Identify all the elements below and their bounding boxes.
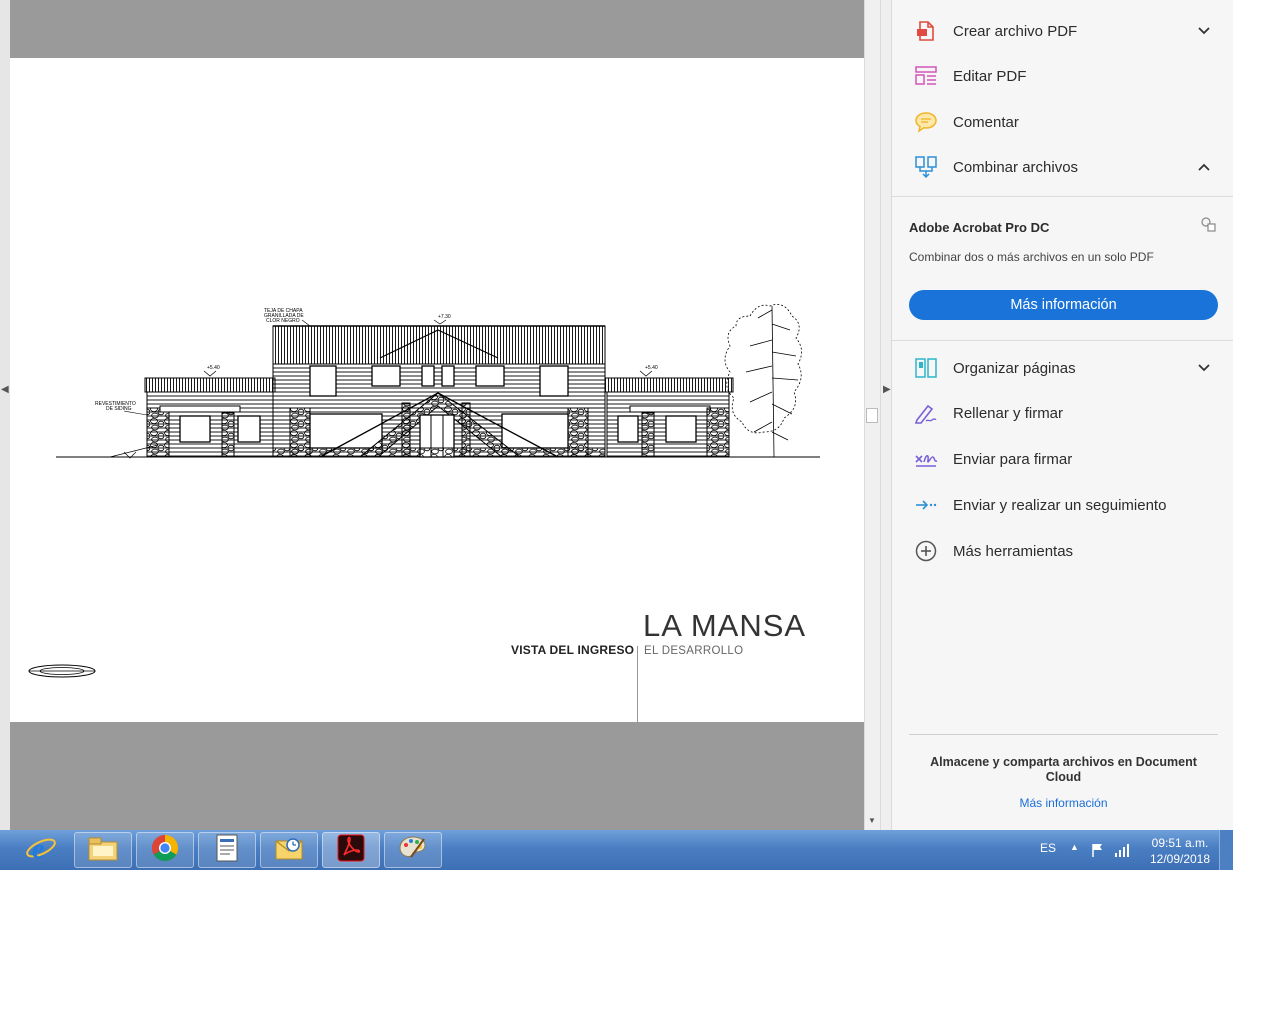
window — [309, 365, 337, 397]
divider — [909, 734, 1218, 735]
left-pane-toggle[interactable] — [0, 0, 10, 830]
expand-left-pane-icon[interactable]: ◀ — [1, 384, 9, 395]
tool-label: Enviar para firmar — [953, 450, 1073, 468]
title-block-divider — [637, 646, 638, 722]
tool-send-track[interactable]: Enviar y realizar un seguimiento — [912, 485, 1232, 525]
promo-title: Adobe Acrobat Pro DC — [909, 220, 1050, 235]
collapse-tools-pane-icon[interactable]: ▶ — [883, 384, 891, 395]
file-explorer-icon — [86, 834, 120, 867]
tools-pane-toggle[interactable] — [880, 0, 892, 830]
taskbar-outlook[interactable] — [260, 832, 318, 868]
taskbar-paint[interactable] — [384, 832, 442, 868]
network-signal-icon[interactable] — [1114, 842, 1132, 863]
tool-fill-sign[interactable]: Rellenar y firmar — [912, 393, 1232, 433]
window — [501, 413, 569, 449]
window — [237, 415, 261, 443]
divider — [892, 196, 1233, 197]
send-track-icon — [912, 493, 940, 517]
divider — [892, 340, 1233, 341]
organize-pages-icon — [912, 356, 940, 380]
show-hidden-icons-icon[interactable]: ▲ — [1070, 842, 1079, 852]
clock-time[interactable]: 09:51 a.m. — [1140, 836, 1220, 850]
view-label: VISTA DEL INGRESO — [511, 643, 635, 657]
document-icon — [214, 833, 240, 868]
tools-pane: Crear archivo PDF Editar PDF Comentar Co… — [892, 0, 1233, 830]
storage-message: Almacene y comparta archivos en Document… — [930, 755, 1197, 784]
acrobat-icon — [336, 833, 366, 868]
cloud-sync-icon — [1200, 216, 1216, 237]
taskbar-internet-explorer[interactable]: e — [12, 832, 70, 868]
chevron-down-icon[interactable] — [1196, 23, 1212, 39]
tree — [724, 303, 802, 458]
tool-label: Comentar — [953, 113, 1019, 131]
more-info-button[interactable]: Más información — [909, 290, 1218, 320]
scroll-down-arrow-icon[interactable]: ▼ — [868, 816, 876, 825]
action-center-flag-icon[interactable] — [1090, 842, 1106, 863]
chevron-up-icon[interactable] — [1196, 159, 1212, 175]
clock-date[interactable]: 12/09/2018 — [1140, 852, 1220, 866]
window — [421, 365, 435, 387]
tool-comment[interactable]: Comentar — [912, 102, 1232, 142]
right-wing-roof — [604, 377, 734, 393]
tool-label: Rellenar y firmar — [953, 404, 1064, 422]
tool-label: Crear archivo PDF — [953, 22, 1078, 40]
chrome-icon — [150, 833, 180, 868]
svg-text:e: e — [32, 834, 44, 864]
window — [539, 365, 569, 397]
scrollbar-thumb[interactable] — [866, 408, 878, 423]
edit-pdf-icon — [912, 64, 940, 88]
tool-more-tools[interactable]: Más herramientas — [912, 531, 1232, 571]
project-name: LA MANSA — [643, 608, 807, 643]
create-pdf-icon — [912, 19, 940, 43]
tool-label: Combinar archivos — [953, 158, 1079, 176]
more-tools-icon — [912, 539, 940, 563]
window — [371, 365, 401, 387]
level-top: +7.30 — [438, 314, 451, 320]
tool-label: Editar PDF — [953, 67, 1027, 85]
window — [441, 365, 455, 387]
combine-files-icon — [912, 155, 940, 179]
svg-text:DE SIDING: DE SIDING — [106, 406, 132, 412]
tool-label: Organizar páginas — [953, 359, 1076, 377]
window — [475, 365, 505, 387]
tool-edit-pdf[interactable]: Editar PDF — [912, 56, 1232, 96]
outlook-icon — [273, 833, 305, 868]
tool-label: Enviar y realizar un seguimiento — [953, 496, 1167, 514]
storage-more-info-link[interactable]: Más información — [912, 796, 1215, 810]
comment-icon — [912, 110, 940, 134]
taskbar-document[interactable] — [198, 832, 256, 868]
left-wing-roof — [144, 377, 276, 393]
fill-sign-icon — [912, 401, 940, 425]
internet-explorer-icon: e — [25, 832, 57, 869]
send-for-signature-icon — [912, 447, 940, 471]
window — [179, 415, 211, 443]
tool-send-for-signature[interactable]: Enviar para firmar — [912, 439, 1232, 479]
window — [617, 415, 639, 443]
tool-organize-pages[interactable]: Organizar páginas — [912, 348, 1232, 388]
paint-icon — [397, 833, 429, 868]
project-subtitle: EL DESARROLLO — [644, 645, 744, 657]
taskbar-chrome[interactable] — [136, 832, 194, 868]
tool-create-pdf[interactable]: Crear archivo PDF — [912, 11, 1232, 51]
pdf-page: TEJA DE CHAPA GRANILLADA DE CLOR NEGRO R… — [10, 58, 864, 722]
chevron-down-icon[interactable] — [1196, 360, 1212, 376]
tool-label: Más herramientas — [953, 542, 1074, 560]
window — [665, 415, 697, 443]
level-right: +5.40 — [645, 365, 658, 371]
svg-text:CLOR NEGRO: CLOR NEGRO — [266, 318, 300, 324]
taskbar-acrobat[interactable] — [322, 832, 380, 868]
show-desktop-button[interactable] — [1219, 830, 1233, 870]
level-left: +5.40 — [207, 365, 220, 371]
taskbar: e ES ▲ — [0, 830, 1233, 870]
promo-description: Combinar dos o más archivos en un solo P… — [909, 250, 1154, 264]
taskbar-file-explorer[interactable] — [74, 832, 132, 868]
main-roof — [272, 325, 606, 365]
language-indicator[interactable]: ES — [1040, 841, 1056, 855]
tool-combine-files[interactable]: Combinar archivos — [912, 147, 1232, 187]
